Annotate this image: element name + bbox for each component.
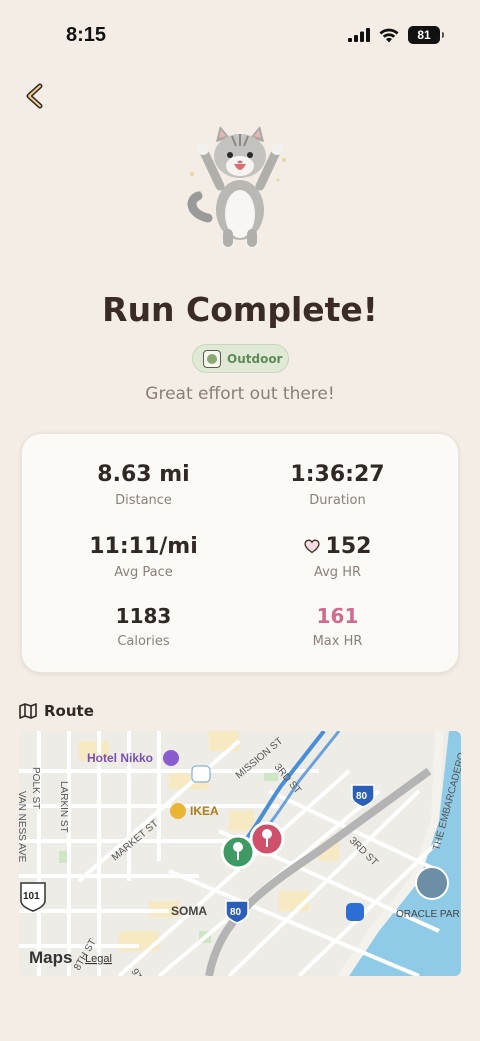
svg-text:80: 80 [356, 791, 368, 802]
cat-mascot-illustration [187, 126, 286, 249]
status-time: 8:15 [66, 24, 107, 46]
street-polk-label: POLK ST [30, 767, 41, 809]
svg-text:101: 101 [23, 891, 40, 902]
max-hr-stat: 161 Max HR [228, 604, 447, 649]
calories-stat: 1183 Calories [34, 604, 253, 649]
poi-oracle-label: ORACLE PAR [396, 909, 460, 920]
status-bar: 8:15 81 [0, 0, 480, 72]
duration-label: Duration [309, 493, 366, 508]
cellular-signal-icon [348, 28, 370, 42]
pace-stat: 11:11/mi Avg Pace [34, 534, 253, 580]
wifi-icon [379, 28, 399, 42]
heart-icon [303, 539, 320, 554]
mode-label: Outdoor [227, 351, 283, 366]
pace-label: Avg Pace [114, 565, 173, 580]
transit-station-icon [346, 903, 364, 921]
area-soma-label: SOMA [171, 904, 207, 918]
street-larkin-label: LARKIN ST [58, 781, 69, 833]
map-icon [19, 703, 37, 719]
chevron-left-icon [26, 83, 43, 109]
transit-icon [191, 765, 211, 783]
max-hr-label: Max HR [312, 634, 363, 649]
stats-card: 8.63 mi Distance 1:36:27 Duration 11:11/… [21, 433, 459, 673]
pace-value: 11:11/mi [89, 534, 198, 559]
route-label: Route [44, 702, 94, 720]
poi-ikea: IKEA [170, 803, 219, 819]
back-button[interactable] [20, 80, 52, 112]
maps-brand: Maps [29, 948, 72, 967]
outdoor-mode-badge: Outdoor [192, 344, 289, 373]
page-title: Run Complete! [102, 290, 378, 329]
legal-link: Legal [85, 953, 112, 965]
calories-label: Calories [117, 634, 170, 649]
battery-icon: 81 [408, 26, 444, 44]
distance-label: Distance [115, 493, 172, 508]
distance-stat: 8.63 mi Distance [34, 462, 253, 508]
avg-hr-stat: 152 Avg HR [228, 534, 447, 580]
svg-text:IKEA: IKEA [190, 804, 219, 818]
route-header: Route [19, 702, 94, 720]
tree-icon [203, 349, 221, 368]
street-vanness-label: VAN NESS AVE [19, 791, 27, 863]
end-pin[interactable] [249, 821, 285, 857]
status-icons: 81 [348, 26, 444, 44]
distance-value: 8.63 mi [97, 462, 190, 487]
duration-value: 1:36:27 [290, 462, 385, 487]
route-map[interactable]: Hotel Nikko IKEA MISSION ST 3RD ST 3RD S… [19, 731, 461, 976]
start-pin[interactable] [220, 834, 256, 870]
avg-hr-label: Avg HR [313, 565, 362, 580]
oracle-park-thumbnail [415, 866, 449, 900]
battery-level: 81 [417, 28, 431, 42]
svg-text:80: 80 [230, 907, 242, 918]
calories-value: 1183 [115, 604, 172, 628]
us-101-shield: 101 [20, 882, 46, 912]
avg-hr-value: 152 [325, 534, 372, 559]
svg-text:Hotel Nikko: Hotel Nikko [87, 751, 153, 765]
subtitle: Great effort out there! [145, 384, 335, 404]
max-hr-value: 161 [316, 604, 359, 628]
duration-stat: 1:36:27 Duration [228, 462, 447, 508]
